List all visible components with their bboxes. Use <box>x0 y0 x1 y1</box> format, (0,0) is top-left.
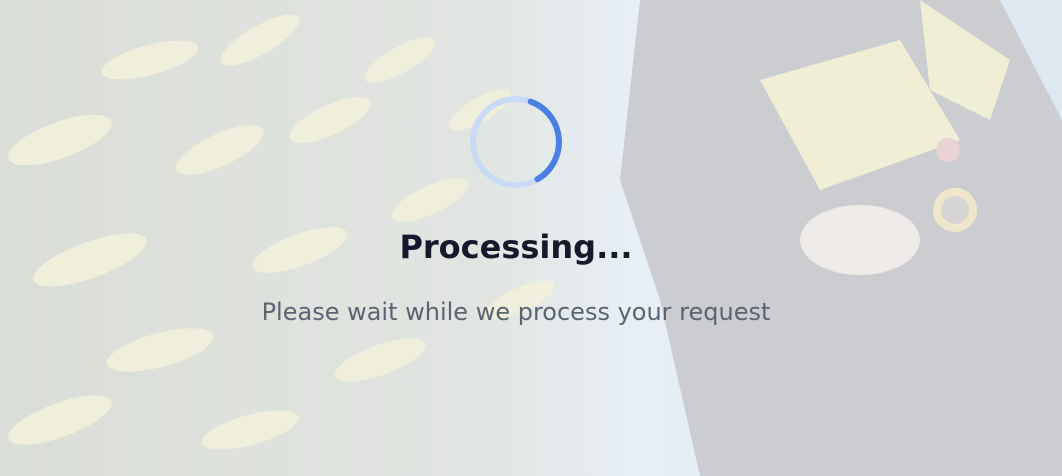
loading-overlay: Processing... Please wait while we proce… <box>0 0 1062 476</box>
processing-title: Processing... <box>399 228 633 266</box>
loading-spinner-icon <box>470 96 562 188</box>
processing-message: Please wait while we process your reques… <box>261 298 771 326</box>
processing-screen: Processing... Please wait while we proce… <box>0 0 1062 476</box>
